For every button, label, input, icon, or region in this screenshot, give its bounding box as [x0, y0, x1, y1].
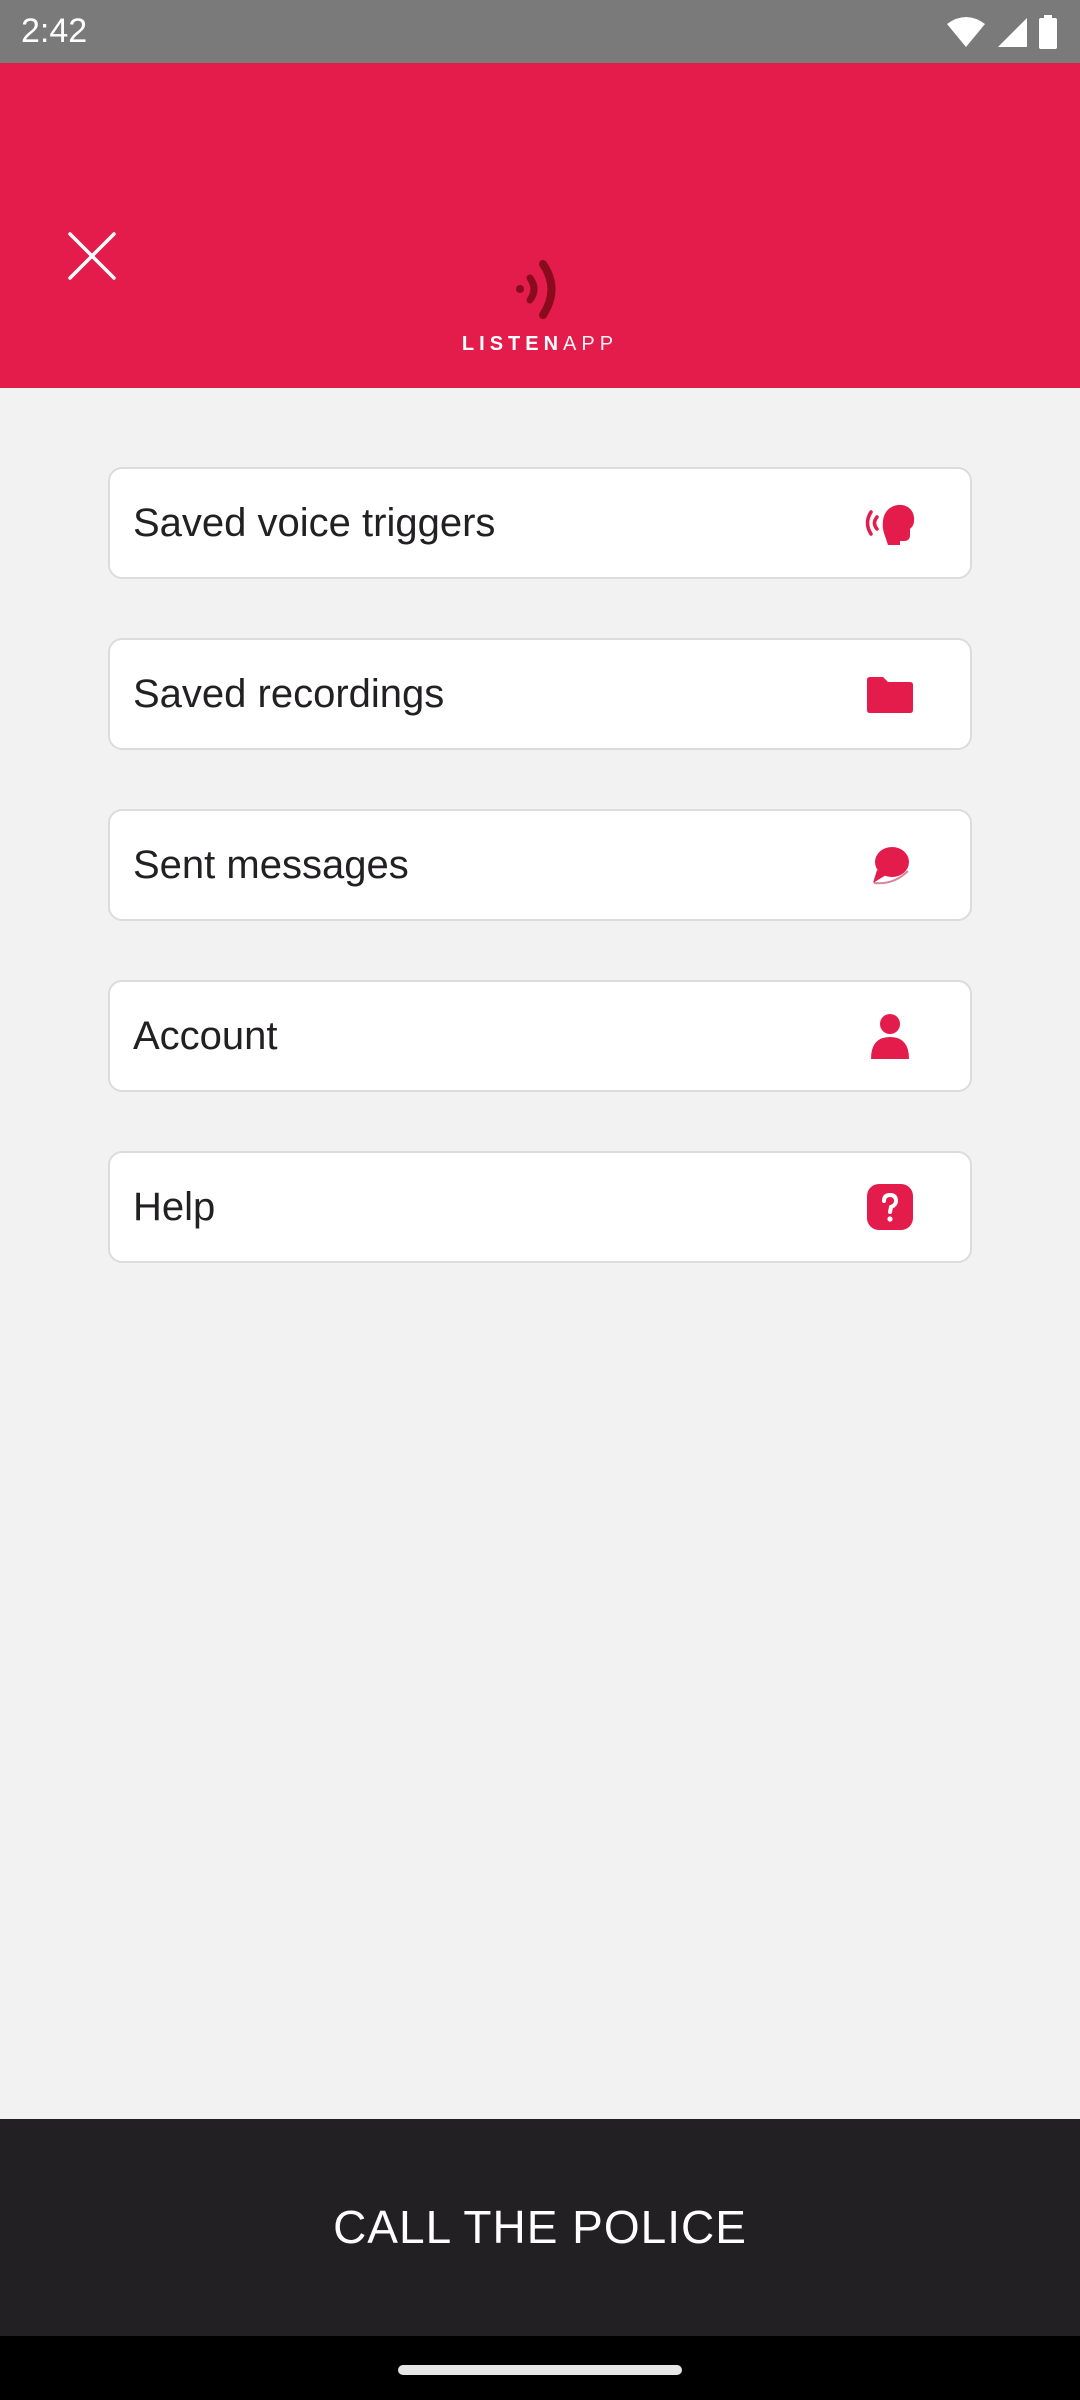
menu-item-label: Account	[133, 1014, 278, 1058]
call-police-label: CALL THE POLICE	[333, 2201, 747, 2253]
menu-item-label: Sent messages	[133, 843, 409, 887]
status-icons	[946, 12, 1058, 52]
app-header: LISTENAPP	[0, 63, 1080, 388]
chat-bubble-icon	[864, 841, 916, 889]
logo-text-listen: LISTEN	[461, 333, 564, 355]
app-logo: LISTENAPP	[0, 258, 1080, 356]
home-indicator[interactable]	[398, 2365, 682, 2375]
menu-item-sent-messages[interactable]: Sent messages	[108, 809, 972, 921]
signal-waves-icon	[516, 260, 556, 319]
menu-list: Saved voice triggers Saved recordings Se…	[108, 467, 972, 1322]
logo-text-app: APP	[563, 333, 619, 355]
folder-icon	[864, 670, 916, 718]
menu-item-label: Help	[133, 1185, 216, 1229]
menu-item-help[interactable]: Help	[108, 1151, 972, 1263]
status-time: 2:42	[21, 12, 88, 50]
wifi-icon	[946, 16, 986, 48]
system-nav-bar	[0, 2336, 1080, 2400]
status-bar: 2:42	[0, 0, 1080, 63]
menu-item-saved-voice-triggers[interactable]: Saved voice triggers	[108, 467, 972, 579]
call-police-button[interactable]: CALL THE POLICE	[0, 2119, 1080, 2336]
battery-icon	[1038, 15, 1058, 49]
person-icon	[864, 1012, 916, 1060]
voice-trigger-icon	[864, 499, 916, 547]
menu-item-label: Saved voice triggers	[133, 501, 496, 545]
menu-item-account[interactable]: Account	[108, 980, 972, 1092]
logo-text: LISTENAPP	[0, 332, 1080, 356]
menu-item-saved-recordings[interactable]: Saved recordings	[108, 638, 972, 750]
cellular-signal-icon	[996, 16, 1028, 48]
help-icon	[864, 1183, 916, 1231]
menu-item-label: Saved recordings	[133, 672, 445, 716]
